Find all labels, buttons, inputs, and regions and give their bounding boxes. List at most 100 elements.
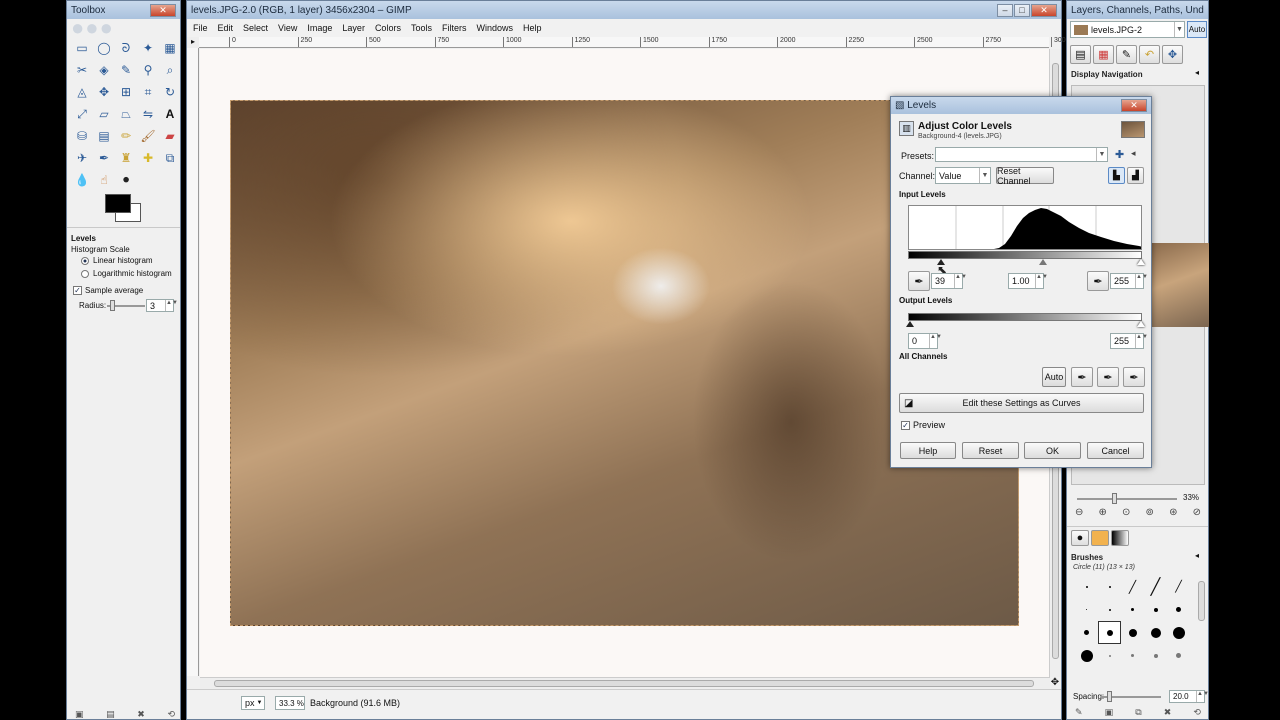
ink-icon[interactable]: ✒ bbox=[93, 147, 115, 169]
paths-icon[interactable]: ✎ bbox=[115, 59, 137, 81]
brush-item[interactable] bbox=[1144, 598, 1167, 621]
undo-tab-icon[interactable]: ↶ bbox=[1139, 45, 1160, 64]
pick-gray-icon[interactable]: ✒ bbox=[1097, 367, 1119, 387]
lasso-icon[interactable]: ᘐ bbox=[115, 37, 137, 59]
save-options-icon[interactable]: ▣ bbox=[75, 709, 84, 720]
spin-arrows-icon[interactable]: ▲▼ bbox=[1035, 274, 1048, 288]
perspective-clone-icon[interactable]: ⧉ bbox=[159, 147, 181, 169]
reset-button[interactable]: Reset bbox=[962, 442, 1019, 459]
unit-select[interactable]: px ▼ bbox=[241, 696, 265, 710]
menu-layer[interactable]: Layer bbox=[342, 23, 365, 33]
perspective-icon[interactable]: ⏢ bbox=[115, 103, 137, 125]
dock-titlebar[interactable]: Layers, Channels, Paths, Undo, N... bbox=[1067, 1, 1208, 19]
pick-white-icon[interactable]: ✒ bbox=[1123, 367, 1145, 387]
preview-option[interactable]: ✓ Preview bbox=[901, 420, 945, 431]
menu-select[interactable]: Select bbox=[243, 23, 268, 33]
navigate-icon[interactable]: ✥ bbox=[1049, 677, 1061, 689]
brush-item[interactable]: ╱ bbox=[1144, 575, 1167, 598]
auto-button[interactable]: Auto bbox=[1187, 21, 1207, 38]
chevron-down-icon[interactable]: ▼ bbox=[1096, 148, 1107, 161]
scale-icon[interactable]: ⤢ bbox=[71, 103, 93, 125]
delete-options-icon[interactable]: ✖ bbox=[137, 709, 145, 720]
ok-button[interactable]: OK bbox=[1024, 442, 1081, 459]
refresh-brushes-icon[interactable]: ⟲ bbox=[1193, 707, 1201, 718]
menu-edit[interactable]: Edit bbox=[218, 23, 234, 33]
sample-average-option[interactable]: ✓ Sample average bbox=[73, 286, 143, 296]
levels-titlebar[interactable]: ▧ Levels ✕ bbox=[891, 97, 1151, 114]
brush-item-selected[interactable] bbox=[1098, 621, 1121, 644]
histogram[interactable] bbox=[908, 205, 1142, 250]
channel-select[interactable]: Value ▼ bbox=[935, 167, 991, 184]
linear-histogram-icon[interactable]: ▙ bbox=[1108, 167, 1125, 184]
input-low-spin[interactable]: 39 ▲▼ bbox=[931, 273, 967, 289]
minimize-icon[interactable]: – bbox=[997, 3, 1013, 17]
color-picker-icon[interactable]: ⚲ bbox=[137, 59, 159, 81]
bucket-fill-icon[interactable]: ⛁ bbox=[71, 125, 93, 147]
text-icon[interactable]: A bbox=[159, 103, 181, 125]
radius-slider-handle[interactable] bbox=[110, 300, 115, 311]
auto-levels-button[interactable]: Auto bbox=[1042, 367, 1066, 387]
spin-arrows-icon[interactable]: ▲▼ bbox=[1196, 691, 1209, 702]
brush-item[interactable] bbox=[1075, 598, 1098, 621]
close-icon[interactable]: ✕ bbox=[1121, 99, 1147, 112]
chevron-down-icon[interactable]: ▼ bbox=[1174, 22, 1184, 37]
ruler-corner-icon[interactable]: ▸ bbox=[187, 37, 199, 48]
black-point-picker-icon[interactable]: ✒ bbox=[908, 271, 930, 291]
brush-item[interactable] bbox=[1098, 575, 1121, 598]
input-high-spin[interactable]: 255 ▲▼ bbox=[1110, 273, 1148, 289]
zoom-100-icon[interactable]: ⊙ bbox=[1122, 507, 1130, 518]
channels-tab-icon[interactable]: ▦ bbox=[1093, 45, 1114, 64]
reset-channel-button[interactable]: Reset Channel bbox=[996, 166, 1054, 186]
menu-colors[interactable]: Colors bbox=[375, 23, 401, 33]
brush-item[interactable] bbox=[1075, 644, 1098, 667]
brush-item[interactable] bbox=[1098, 644, 1121, 667]
menu-file[interactable]: File bbox=[193, 23, 208, 33]
select-by-color-icon[interactable]: ▦ bbox=[159, 37, 181, 59]
radio-checked-icon[interactable] bbox=[81, 256, 89, 265]
zoom-in-icon[interactable]: ⊕ bbox=[1099, 507, 1107, 518]
brush-item[interactable]: ╱ bbox=[1167, 575, 1190, 598]
output-white-handle[interactable] bbox=[1137, 321, 1145, 327]
zoom-shrink-icon[interactable]: ⊘ bbox=[1193, 507, 1201, 518]
blur-icon[interactable]: 💧 bbox=[71, 169, 93, 191]
menu-view[interactable]: View bbox=[278, 23, 297, 33]
scissors-icon[interactable]: ✂ bbox=[71, 59, 93, 81]
spin-arrows-icon[interactable]: ▲▼ bbox=[929, 334, 942, 348]
presets-combo[interactable]: ▼ bbox=[935, 147, 1108, 162]
brush-item[interactable] bbox=[1144, 644, 1167, 667]
navigation-tab-icon[interactable]: ✥ bbox=[1162, 45, 1183, 64]
menu-tools[interactable]: Tools bbox=[411, 23, 432, 33]
brushes-tab-icon[interactable]: ● bbox=[1071, 530, 1089, 546]
close-icon[interactable]: ✕ bbox=[1031, 3, 1057, 17]
delete-brush-icon[interactable]: ✖ bbox=[1164, 707, 1172, 718]
input-white-handle[interactable] bbox=[1137, 259, 1145, 265]
measure-icon[interactable]: ◬ bbox=[71, 81, 93, 103]
brush-item[interactable] bbox=[1121, 621, 1144, 644]
zoom-select[interactable]: 33.3 % bbox=[275, 696, 305, 710]
tab-menu-icon[interactable]: ◂ bbox=[1195, 551, 1199, 560]
radius-input[interactable]: 3 ▲▼ bbox=[146, 299, 178, 312]
white-point-picker-icon[interactable]: ✒ bbox=[1087, 271, 1109, 291]
image-window-titlebar[interactable]: levels.JPG-2.0 (RGB, 1 layer) 3456x2304 … bbox=[187, 1, 1061, 19]
blend-icon[interactable]: ▤ bbox=[93, 125, 115, 147]
move-icon[interactable]: ✥ bbox=[93, 81, 115, 103]
new-brush-icon[interactable]: ▣ bbox=[1105, 707, 1114, 718]
nav-zoom-handle[interactable] bbox=[1112, 493, 1117, 504]
checkbox-checked-icon[interactable]: ✓ bbox=[901, 421, 910, 431]
zoom-fill-icon[interactable]: ⊛ bbox=[1169, 507, 1177, 518]
gradients-tab-icon[interactable] bbox=[1111, 530, 1129, 546]
brush-item[interactable]: ╱ bbox=[1121, 575, 1144, 598]
output-low-spin[interactable]: 0 ▲▼ bbox=[908, 333, 942, 349]
ellipse-select-icon[interactable]: ◯ bbox=[93, 37, 115, 59]
clone-icon[interactable]: ♜ bbox=[115, 147, 137, 169]
paths-tab-icon[interactable]: ✎ bbox=[1116, 45, 1137, 64]
brush-item[interactable] bbox=[1167, 621, 1190, 644]
brush-item[interactable] bbox=[1167, 644, 1190, 667]
duplicate-brush-icon[interactable]: ⧉ bbox=[1135, 707, 1141, 718]
close-icon[interactable]: ✕ bbox=[150, 3, 176, 17]
edit-as-curves-button[interactable]: ◪ Edit these Settings as Curves bbox=[899, 393, 1144, 413]
nav-zoom-slider[interactable] bbox=[1077, 498, 1177, 500]
radio-icon[interactable] bbox=[81, 269, 89, 278]
menu-image[interactable]: Image bbox=[307, 23, 332, 33]
preset-menu-icon[interactable]: ◂ bbox=[1131, 148, 1136, 159]
